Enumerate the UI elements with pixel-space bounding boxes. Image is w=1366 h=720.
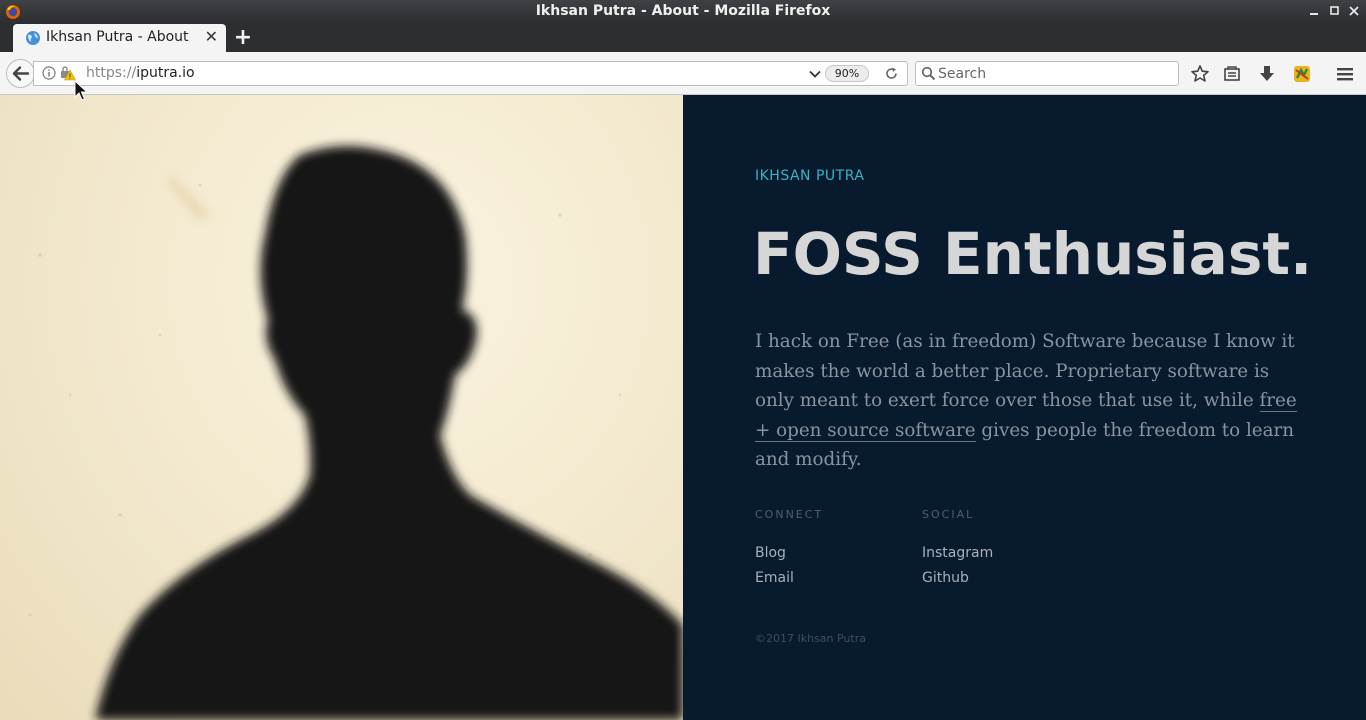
page-headline: FOSS Enthusiast.	[753, 220, 1313, 288]
site-name[interactable]: IKHSAN PUTRA	[755, 168, 864, 184]
copyright-text: ©2017 Ikhsan Putra	[755, 632, 867, 645]
url-text[interactable]: https://iputra.io	[86, 65, 195, 81]
profile-silhouette-photo	[0, 95, 683, 720]
back-button[interactable]	[6, 59, 35, 88]
tab-strip: Ikhsan Putra - About ✕ +	[0, 24, 1366, 52]
social-heading: SOCIAL	[922, 508, 975, 521]
window-titlebar: Ikhsan Putra - About - Mozilla Firefox	[0, 0, 1366, 24]
site-info-icon[interactable]	[42, 66, 56, 80]
minimize-icon[interactable]	[1306, 3, 1322, 19]
search-input[interactable]	[938, 64, 1173, 83]
chevron-down-icon[interactable]	[808, 67, 822, 81]
maximize-icon[interactable]	[1326, 3, 1342, 19]
download-icon[interactable]	[1257, 64, 1277, 84]
tab-label: Ikhsan Putra - About	[46, 29, 189, 45]
email-link[interactable]: Email	[755, 570, 794, 586]
github-link[interactable]: Github	[922, 570, 969, 586]
search-icon	[921, 66, 936, 81]
blog-link[interactable]: Blog	[755, 545, 786, 561]
search-bar[interactable]	[915, 61, 1179, 86]
bio-paragraph: I hack on Free (as in freedom) Software …	[755, 331, 1297, 470]
tab-close-icon[interactable]: ✕	[205, 27, 218, 46]
tab-ikhsan-putra-about[interactable]: Ikhsan Putra - About ✕	[13, 24, 226, 52]
about-panel: IKHSAN PUTRA FOSS Enthusiast. I hack on …	[683, 95, 1366, 720]
library-icon[interactable]	[1222, 64, 1242, 84]
window-title: Ikhsan Putra - About - Mozilla Firefox	[535, 3, 831, 19]
navigation-toolbar: https://iputra.io 90%	[0, 52, 1366, 95]
page-viewport: IKHSAN PUTRA FOSS Enthusiast. I hack on …	[0, 95, 1366, 720]
instagram-link[interactable]: Instagram	[922, 545, 993, 561]
globe-icon	[26, 31, 40, 45]
zoom-level-badge[interactable]: 90%	[825, 65, 869, 82]
url-bar[interactable]: https://iputra.io 90%	[33, 61, 908, 86]
extension-icon[interactable]	[1292, 64, 1312, 84]
new-tab-icon[interactable]: +	[232, 25, 254, 51]
connect-heading: CONNECT	[755, 508, 824, 521]
mixed-content-warning-icon[interactable]	[60, 65, 76, 81]
bookmark-star-icon[interactable]	[1190, 64, 1210, 84]
close-icon[interactable]	[1346, 3, 1362, 19]
back-arrow-icon	[12, 66, 30, 81]
reload-icon[interactable]	[884, 66, 899, 81]
mouse-cursor-icon	[74, 80, 88, 101]
hamburger-menu-icon[interactable]	[1335, 64, 1355, 84]
